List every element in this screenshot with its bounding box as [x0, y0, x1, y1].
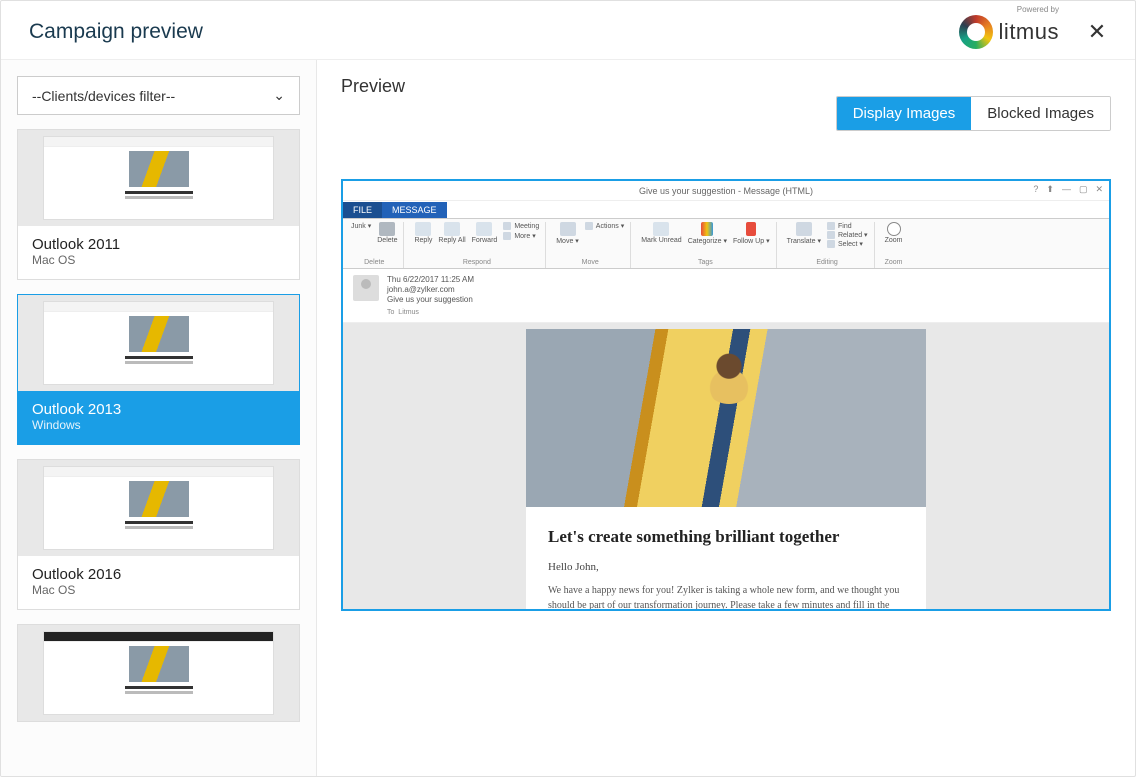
delete-button: Delete — [377, 222, 397, 244]
mark-unread-icon — [653, 222, 669, 236]
clients-sidebar[interactable]: --Clients/devices filter-- ⌄ — [1, 60, 317, 776]
powered-by-label: Powered by — [1017, 5, 1059, 14]
outlook-tab-message: MESSAGE — [382, 202, 447, 218]
zoom-icon — [887, 222, 901, 236]
meeting-button: Meeting — [503, 222, 539, 230]
email-greeting: Hello John, — [548, 561, 904, 573]
find-icon — [827, 222, 835, 230]
message-from: john.a@zylker.com — [387, 285, 474, 294]
client-name: Outlook 2013 — [32, 401, 285, 418]
more-button: More ▾ — [503, 232, 539, 240]
reply-all-button: Reply All — [438, 222, 465, 244]
email-heading: Let's create something brilliant togethe… — [548, 527, 904, 547]
email-body: Let's create something brilliant togethe… — [343, 323, 1109, 611]
related-icon — [827, 231, 835, 239]
ribbon-toggle-icon: ⬆ — [1046, 184, 1054, 195]
select-icon — [827, 240, 835, 248]
translate-button: Translate ▾ — [787, 222, 821, 245]
chevron-down-icon: ⌄ — [273, 87, 285, 104]
client-card-outlook-2013[interactable]: Outlook 2013 Windows — [17, 294, 300, 445]
email-paragraph: We have a happy news for you! Zylker is … — [548, 583, 904, 611]
translate-icon — [796, 222, 812, 236]
email-content: Let's create something brilliant togethe… — [526, 329, 926, 611]
reply-all-icon — [444, 222, 460, 236]
junk-button: Junk ▾ — [351, 222, 371, 230]
ribbon-group-editing: Translate ▾ Find Related ▾ Select ▾ Edit… — [785, 222, 875, 268]
outlook-ribbon: Junk ▾ Delete Delete Reply Reply A — [343, 219, 1109, 269]
litmus-text: litmus — [999, 19, 1059, 45]
avatar-icon — [353, 275, 379, 301]
client-thumbnail — [18, 460, 299, 556]
ribbon-group-zoom: Zoom Zoom — [883, 222, 909, 268]
delete-icon — [379, 222, 395, 236]
flag-icon — [746, 222, 756, 236]
more-icon — [503, 232, 511, 240]
client-card-outlook-2016[interactable]: Outlook 2016 Mac OS — [17, 459, 300, 610]
reply-icon — [415, 222, 431, 236]
client-card-outlook-2011[interactable]: Outlook 2011 Mac OS — [17, 129, 300, 280]
categorize-button: Categorize ▾ — [688, 222, 727, 245]
modal-title: Campaign preview — [29, 20, 203, 44]
minimize-icon: — — [1062, 184, 1071, 195]
header-right: Powered by litmus ✕ — [959, 15, 1107, 49]
filter-label: --Clients/devices filter-- — [32, 88, 175, 104]
mark-unread-button: Mark Unread — [641, 222, 681, 244]
message-subject: Give us your suggestion — [387, 295, 474, 304]
modal-body: --Clients/devices filter-- ⌄ — [1, 60, 1135, 776]
client-os: Mac OS — [32, 253, 285, 267]
help-icon: ? — [1033, 184, 1038, 195]
client-thumbnail — [18, 130, 299, 226]
outlook-titlebar: Give us your suggestion - Message (HTML)… — [343, 181, 1109, 201]
litmus-brand: Powered by litmus — [959, 15, 1059, 49]
clients-filter-dropdown[interactable]: --Clients/devices filter-- ⌄ — [17, 76, 300, 115]
zoom-button: Zoom — [885, 222, 903, 244]
modal-header: Campaign preview Powered by litmus ✕ — [1, 1, 1135, 60]
close-icon: ✕ — [1095, 184, 1103, 195]
ribbon-group-delete: Junk ▾ Delete Delete — [349, 222, 404, 268]
preview-pane: Preview Display Images Blocked Images Gi… — [317, 60, 1135, 776]
close-button[interactable]: ✕ — [1087, 22, 1107, 42]
select-button: Select ▾ — [827, 240, 868, 248]
maximize-icon: ▢ — [1079, 184, 1088, 195]
client-os: Windows — [32, 418, 285, 432]
outlook-message-meta: Thu 6/22/2017 11:25 AM john.a@zylker.com… — [343, 269, 1109, 323]
preview-frame: Give us your suggestion - Message (HTML)… — [341, 179, 1111, 611]
ribbon-group-tags: Mark Unread Categorize ▾ Follow Up ▾ Tag… — [639, 222, 776, 268]
outlook-window-controls: ? ⬆ — ▢ ✕ — [1033, 184, 1103, 195]
forward-icon — [476, 222, 492, 236]
message-date: Thu 6/22/2017 11:25 AM — [387, 275, 474, 284]
preview-title: Preview — [341, 76, 1111, 97]
blocked-images-button[interactable]: Blocked Images — [971, 97, 1110, 130]
client-os: Mac OS — [32, 583, 285, 597]
client-name: Outlook 2016 — [32, 566, 285, 583]
actions-icon — [585, 222, 593, 230]
actions-button: Actions ▾ — [585, 222, 624, 230]
client-card-unknown[interactable] — [17, 624, 300, 722]
client-thumbnail — [18, 625, 299, 721]
move-icon — [560, 222, 576, 236]
move-button: Move ▾ — [556, 222, 579, 245]
image-toggle-group: Display Images Blocked Images — [836, 96, 1111, 131]
message-to: To Litmus — [387, 309, 474, 316]
close-icon: ✕ — [1088, 19, 1106, 44]
display-images-button[interactable]: Display Images — [837, 97, 972, 130]
forward-button: Forward — [472, 222, 498, 244]
clients-list: Outlook 2011 Mac OS — [17, 129, 300, 722]
ribbon-group-respond: Reply Reply All Forward Meeting More ▾ R… — [412, 222, 546, 268]
ribbon-group-move: Move ▾ Actions ▾ Move — [554, 222, 631, 268]
client-name: Outlook 2011 — [32, 236, 285, 253]
outlook-window-title: Give us your suggestion - Message (HTML) — [639, 186, 813, 196]
email-hero-image — [526, 329, 926, 507]
litmus-logo-icon — [959, 15, 993, 49]
outlook-tab-file: FILE — [343, 202, 382, 218]
related-button: Related ▾ — [827, 231, 868, 239]
meeting-icon — [503, 222, 511, 230]
follow-up-button: Follow Up ▾ — [733, 222, 770, 245]
find-button: Find — [827, 222, 868, 230]
campaign-preview-modal: Campaign preview Powered by litmus ✕ --C… — [0, 0, 1136, 777]
client-thumbnail — [18, 295, 299, 391]
reply-button: Reply — [414, 222, 432, 244]
categorize-icon — [701, 222, 713, 236]
outlook-tabs: FILE MESSAGE — [343, 201, 1109, 219]
